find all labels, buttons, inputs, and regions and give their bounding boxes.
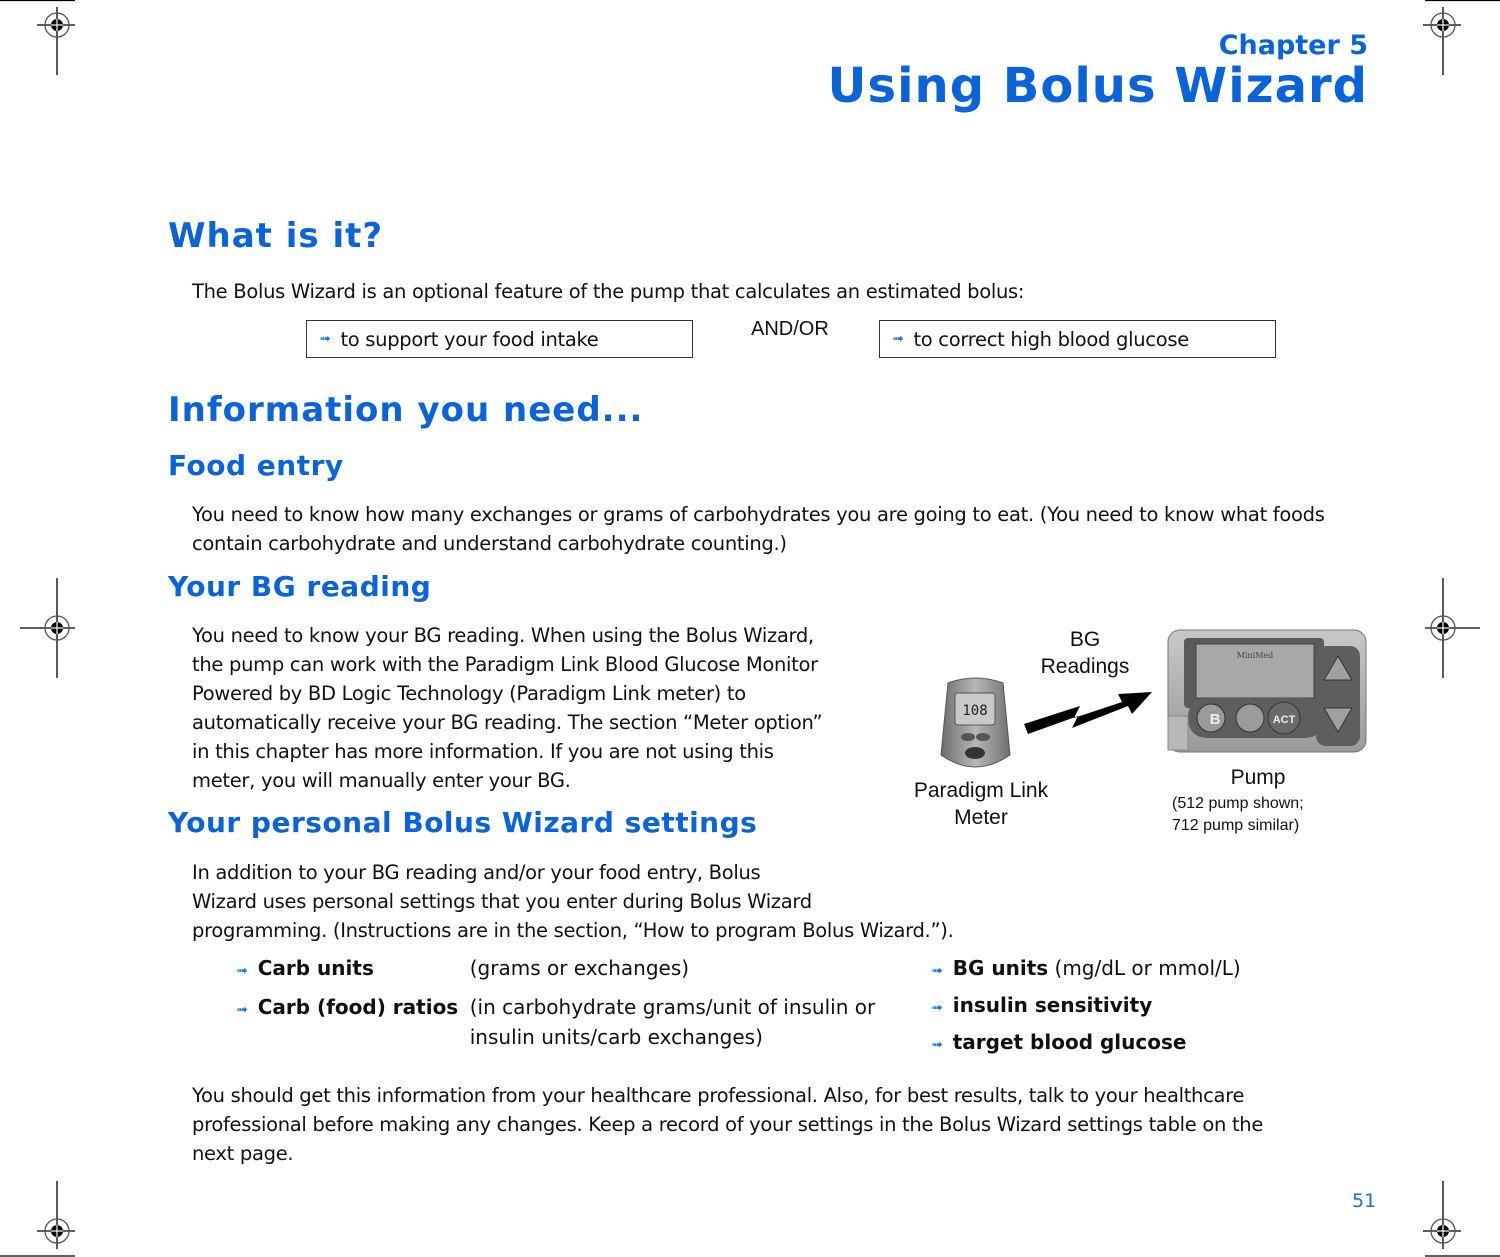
- option-label: to correct high blood glucose: [913, 327, 1189, 351]
- settings-item-bg-units: ➟ BG units (mg/dL or mmol/L): [931, 956, 1241, 980]
- settings-desc: (in carbohydrate grams/unit of insulin o…: [469, 995, 876, 1049]
- chapter-label: Chapter 5: [1218, 30, 1368, 61]
- text-line: Wizard uses personal settings that you e…: [192, 890, 812, 913]
- closing-text: You should get this information from you…: [192, 1081, 1263, 1168]
- text-line: the pump can work with the Paradigm Link…: [192, 653, 818, 676]
- chapter-title: Using Bolus Wizard: [827, 58, 1368, 114]
- subheading-food-entry: Food entry: [168, 449, 344, 482]
- text-line: In addition to your BG reading and/or yo…: [192, 861, 761, 884]
- bg-reading-text: You need to know your BG reading. When u…: [192, 621, 823, 795]
- arrow-bullet-icon: ➟: [236, 1002, 248, 1018]
- pump-brand: MiniMed: [1237, 651, 1274, 660]
- option-box-high-bg: ➟ to correct high blood glucose: [879, 320, 1276, 358]
- settings-term: target blood glucose: [952, 1030, 1187, 1054]
- settings-item-carb-units: ➟ Carb units (grams or exchanges): [236, 956, 689, 980]
- registration-mark-icon: [1423, 1181, 1461, 1249]
- wireless-transfer-arrow-icon: [1024, 692, 1152, 734]
- text-line: in this chapter has more information. If…: [192, 740, 774, 763]
- and-or-connector: AND/OR: [751, 318, 829, 340]
- food-entry-text: You need to know how many exchanges or g…: [192, 503, 1325, 555]
- text-line: automatically receive your BG reading. T…: [192, 711, 823, 734]
- settings-term: insulin sensitivity: [952, 993, 1153, 1017]
- text-line: next page.: [192, 1142, 294, 1165]
- arrow-bullet-icon: ➟: [892, 330, 904, 347]
- settings-desc: (grams or exchanges): [469, 956, 690, 980]
- paradigm-link-meter-icon: 108: [940, 677, 1011, 768]
- registration-mark-icon: [1425, 578, 1480, 678]
- registration-mark-icon: [1423, 7, 1461, 75]
- section-heading-what-is-it: What is it?: [168, 216, 384, 256]
- pump-button-act: ACT: [1273, 714, 1296, 726]
- meter-pump-figure: BG Readings 108 MiniMed B ACT Paradigm L…: [900, 620, 1380, 840]
- settings-item-carb-ratios: ➟ Carb (food) ratios (in carbohydrate gr…: [236, 992, 875, 1052]
- text-line: programming. (Instructions are in the se…: [192, 919, 954, 942]
- option-box-food-intake: ➟ to support your food intake: [306, 320, 693, 358]
- option-label: to support your food intake: [340, 327, 599, 351]
- settings-desc: (mg/dL or mmol/L): [1054, 956, 1241, 980]
- text-line: You should get this information from you…: [192, 1084, 1245, 1107]
- arrow-bullet-icon: ➟: [931, 1037, 943, 1053]
- intro-text: The Bolus Wizard is an optional feature …: [192, 280, 1025, 303]
- personal-settings-text: In addition to your BG reading and/or yo…: [192, 858, 954, 945]
- bg-readings-label: BG Readings: [1040, 628, 1130, 678]
- settings-term: Carb (food) ratios: [257, 995, 459, 1019]
- registration-mark-icon: [37, 7, 75, 75]
- arrow-bullet-icon: ➟: [319, 330, 331, 347]
- pump-note: (512 pump shown; 712 pump similar): [1172, 795, 1304, 834]
- settings-term: BG units: [952, 956, 1049, 980]
- arrow-bullet-icon: ➟: [236, 963, 248, 979]
- pump-label: Pump: [1230, 766, 1286, 789]
- text-line: You need to know your BG reading. When u…: [192, 624, 814, 647]
- subheading-bg-reading: Your BG reading: [168, 570, 432, 603]
- registration-mark-icon: [37, 1181, 75, 1249]
- registration-mark-icon: [20, 578, 75, 678]
- text-line: Powered by BD Logic Technology (Paradigm…: [192, 682, 746, 705]
- settings-term: Carb units: [257, 956, 374, 980]
- settings-item-target-bg: ➟ target blood glucose: [931, 1030, 1186, 1054]
- page-number: 51: [1352, 1190, 1377, 1212]
- text-line: meter, you will manually enter your BG.: [192, 769, 571, 792]
- insulin-pump-icon: MiniMed B ACT: [1167, 629, 1367, 753]
- settings-item-insulin-sensitivity: ➟ insulin sensitivity: [931, 993, 1152, 1017]
- subheading-personal-settings: Your personal Bolus Wizard settings: [168, 806, 758, 839]
- section-heading-info-needed: Information you need...: [168, 390, 644, 430]
- pump-button-b: B: [1210, 711, 1221, 728]
- arrow-bullet-icon: ➟: [931, 963, 943, 979]
- meter-label: Paradigm Link Meter: [913, 779, 1049, 829]
- text-line: professional before making any changes. …: [192, 1113, 1264, 1136]
- meter-display: 108: [962, 703, 987, 719]
- arrow-bullet-icon: ➟: [931, 1000, 943, 1016]
